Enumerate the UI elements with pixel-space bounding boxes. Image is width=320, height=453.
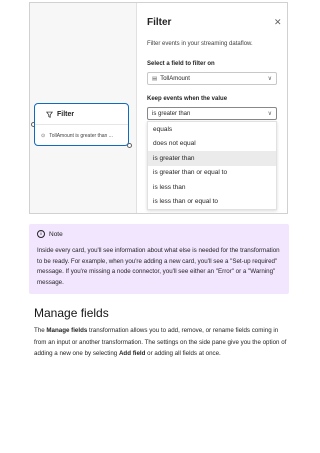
filter-node-summary-text: TollAmount is greater than ... [49,132,113,139]
section-heading: Manage fields [34,306,109,320]
screenshot-frame: Filter ⊙ TollAmount is greater than ... … [29,2,288,214]
operator-option[interactable]: is less than [148,180,276,195]
operator-select[interactable]: is greater than ∨ [147,107,277,120]
operator-option-selected[interactable]: is greater than [148,151,276,166]
filter-node-card[interactable]: Filter ⊙ TollAmount is greater than ... [34,103,129,146]
filter-node-header: Filter [35,104,128,125]
panel-subtitle: Filter events in your streaming dataflow… [147,41,253,47]
operator-option[interactable]: does not equal [148,137,276,152]
note-title: Note [49,230,63,238]
chevron-down-icon: ∨ [267,111,272,117]
field-select-value: TollAmount [160,75,190,82]
chevron-down-icon: ∨ [267,76,272,82]
note-text: Inside every card, you'll see informatio… [37,247,280,286]
filter-node-summary: ⊙ TollAmount is greater than ... [35,125,128,146]
note-header: i Note [37,230,281,238]
operator-option[interactable]: equals [148,122,276,137]
close-icon[interactable]: ✕ [274,17,282,27]
operator-select-value: is greater than [152,110,191,117]
filter-side-panel: Filter ✕ Filter events in your streaming… [136,3,287,213]
panel-title: Filter [147,17,172,28]
filter-node-title: Filter [57,110,75,118]
paragraph-text: The [34,327,47,334]
add-field-term: Add field [118,350,146,357]
output-port[interactable] [127,143,132,148]
field-select[interactable]: ▤ TollAmount ∨ [147,72,277,85]
manage-fields-term: Manage fields [46,327,88,334]
section-paragraph: The Manage fields transformation allows … [34,325,290,360]
note-callout: i Note Inside every card, you'll see inf… [29,224,289,294]
operator-option[interactable]: is less than or equal to [148,195,276,210]
link-icon: ⊙ [41,132,46,139]
info-icon: i [37,230,45,238]
operator-dropdown-list: equals does not equal is greater than is… [147,121,277,210]
dataflow-canvas: Filter ⊙ TollAmount is greater than ... [30,3,136,213]
keep-events-label: Keep events when the value [147,96,228,102]
table-icon: ▤ [152,75,158,82]
field-select-label: Select a field to filter on [147,61,215,67]
filter-icon [46,111,53,118]
paragraph-text: or adding all fields at once. [145,350,221,357]
operator-option[interactable]: is greater than or equal to [148,166,276,181]
